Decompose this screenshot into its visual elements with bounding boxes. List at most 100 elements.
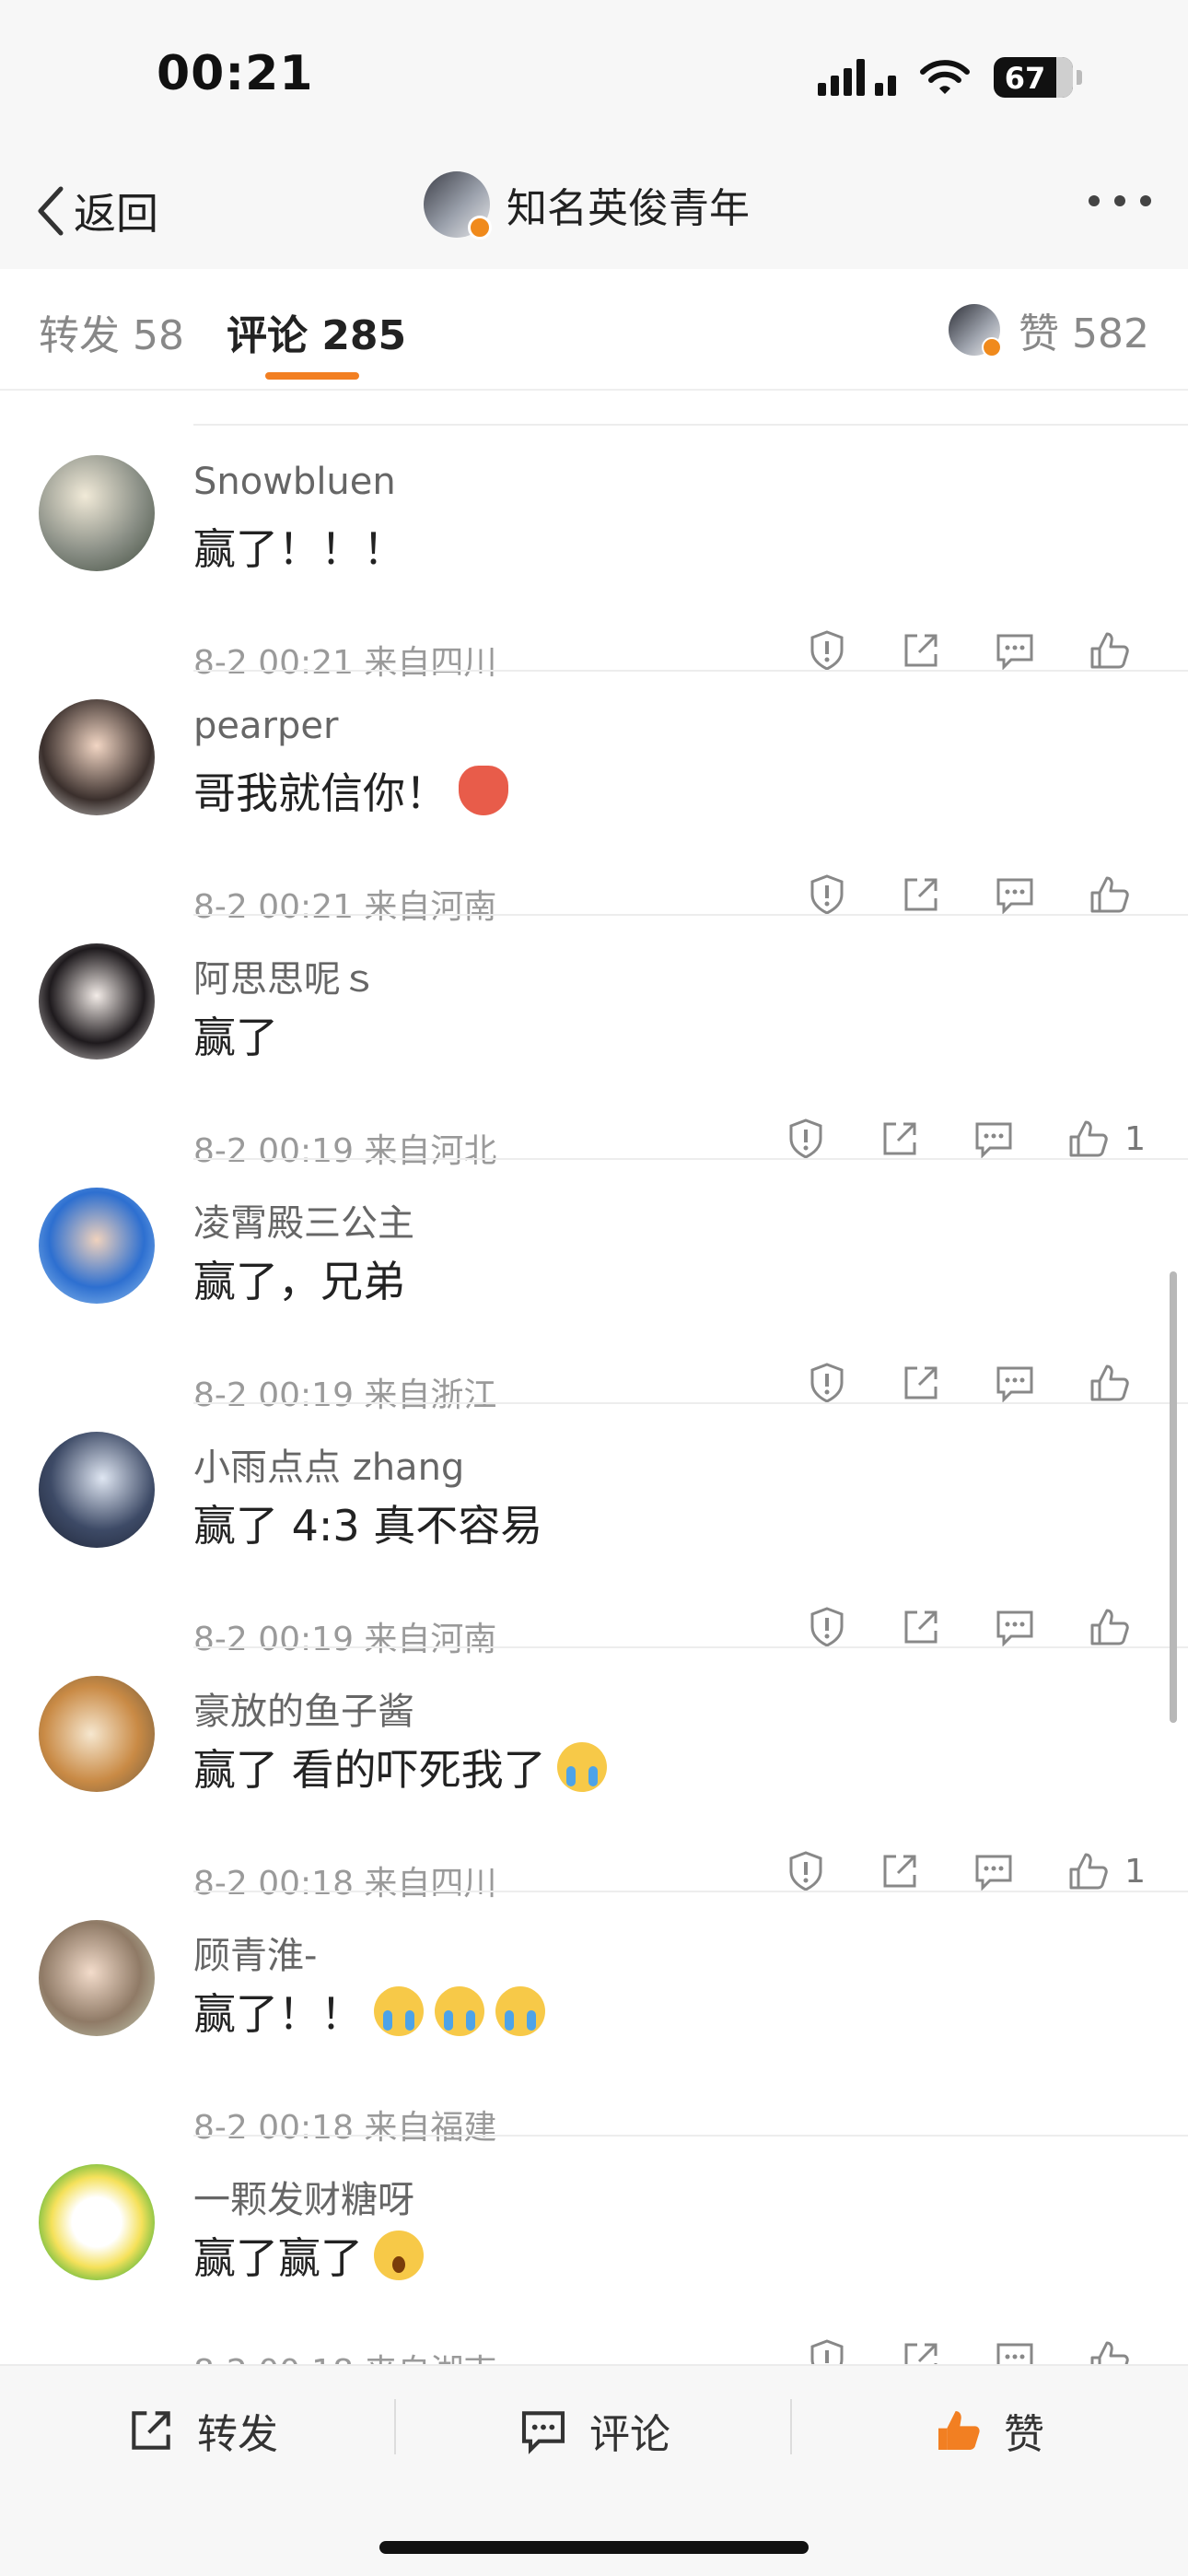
comment-author[interactable]: 顾青淮- bbox=[193, 1926, 317, 1979]
verified-badge-icon bbox=[468, 216, 492, 240]
comment-actions bbox=[759, 1357, 1146, 1409]
avatar[interactable] bbox=[39, 1676, 155, 1792]
battery-percent: 67 bbox=[1004, 61, 1046, 96]
reply-button[interactable] bbox=[989, 1357, 1041, 1409]
reply-button[interactable] bbox=[989, 625, 1041, 676]
active-tab-indicator bbox=[265, 372, 359, 380]
like-button[interactable] bbox=[1083, 1357, 1135, 1409]
comment-icon bbox=[975, 1122, 1012, 1159]
comment-text: 哥我就信你！ bbox=[193, 760, 508, 821]
thumbs-up-icon bbox=[1069, 1853, 1108, 1890]
comment-author[interactable]: 豪放的鱼子酱 bbox=[193, 1681, 414, 1735]
status-time: 00:21 bbox=[157, 46, 314, 101]
report-button[interactable] bbox=[780, 1845, 832, 1897]
comment-author[interactable]: 阿思思呢ｓ bbox=[193, 949, 378, 1002]
reply-button[interactable] bbox=[968, 1845, 1019, 1897]
avatar[interactable] bbox=[39, 943, 155, 1060]
comment-text: 赢了！！ bbox=[193, 1981, 545, 2042]
comment-author[interactable]: pearper bbox=[193, 705, 338, 747]
comment-button[interactable]: 评论 bbox=[518, 2401, 670, 2460]
comment-author[interactable]: 凌霄殿三公主 bbox=[193, 1193, 414, 1247]
shield-alert-icon bbox=[810, 1363, 844, 1403]
reply-button[interactable] bbox=[989, 2334, 1041, 2364]
repost-button[interactable]: 转发 bbox=[125, 2401, 278, 2460]
reply-button[interactable] bbox=[989, 869, 1041, 920]
share-button[interactable] bbox=[895, 1357, 947, 1409]
report-button[interactable] bbox=[780, 1113, 832, 1165]
comment-item: 豪放的鱼子酱 赢了 看的吓死我了 8-2 00:18 来自四川 1 bbox=[0, 1648, 1188, 1903]
comment-list[interactable]: Snowbluen 赢了！！！ 8-2 00:21 来自四川 pearper 哥… bbox=[0, 392, 1188, 2364]
share-button[interactable] bbox=[874, 1845, 926, 1897]
comment-actions: 1 bbox=[738, 1113, 1146, 1165]
tab-likes-label: 赞 582 bbox=[1019, 310, 1149, 357]
shield-alert-icon bbox=[810, 874, 844, 915]
share-icon bbox=[904, 2343, 938, 2364]
shield-alert-icon bbox=[810, 1607, 844, 1647]
avatar bbox=[949, 304, 1003, 357]
report-button[interactable] bbox=[801, 625, 853, 676]
tab-bar: 转发 58 评论 285 赞 582 bbox=[0, 269, 1188, 391]
bottom-action-bar: 转发 评论 赞 bbox=[0, 2364, 1188, 2576]
crying-emoji-icon bbox=[435, 1986, 484, 2036]
like-button[interactable] bbox=[1083, 869, 1135, 920]
comment-item: 小雨点点 zhang 赢了 4:3 真不容易 8-2 00:19 来自河南 bbox=[0, 1404, 1188, 1658]
like-button[interactable] bbox=[1083, 625, 1135, 676]
crying-emoji-icon bbox=[374, 1986, 424, 2036]
avatar[interactable] bbox=[424, 171, 492, 240]
like-button[interactable] bbox=[1083, 1601, 1135, 1653]
nav-profile[interactable]: 知名英俊青年 bbox=[424, 171, 750, 240]
share-icon bbox=[904, 634, 938, 667]
like-button[interactable] bbox=[1062, 1845, 1113, 1897]
comment-item: 一颗发财糖呀 赢了赢了 8-2 00:18 来自湖南 bbox=[0, 2137, 1188, 2364]
thumbs-up-icon bbox=[938, 2411, 980, 2450]
comment-actions bbox=[759, 1601, 1146, 1653]
more-dots-icon[interactable] bbox=[1089, 195, 1151, 206]
like-button[interactable] bbox=[1062, 1113, 1113, 1165]
share-button[interactable] bbox=[874, 1113, 926, 1165]
report-button[interactable] bbox=[801, 869, 853, 920]
share-button[interactable] bbox=[895, 625, 947, 676]
share-button[interactable] bbox=[895, 869, 947, 920]
avatar[interactable] bbox=[39, 2164, 155, 2280]
tab-reposts[interactable]: 转发 58 bbox=[39, 302, 184, 361]
shield-alert-icon bbox=[810, 2339, 844, 2364]
share-button[interactable] bbox=[895, 1601, 947, 1653]
reply-button[interactable] bbox=[989, 1601, 1041, 1653]
comment-actions bbox=[759, 625, 1146, 676]
back-button[interactable]: 返回 bbox=[33, 181, 158, 241]
home-indicator[interactable] bbox=[379, 2541, 809, 2554]
comment-author[interactable]: 一颗发财糖呀 bbox=[193, 2170, 414, 2223]
wifi-icon bbox=[920, 60, 970, 94]
share-icon bbox=[883, 1855, 916, 1888]
comment-meta: 8-2 00:18 来自湖南 bbox=[193, 2345, 496, 2364]
report-button[interactable] bbox=[801, 2334, 853, 2364]
comment-author[interactable]: 小雨点点 zhang bbox=[193, 1437, 464, 1491]
avatar[interactable] bbox=[39, 699, 155, 815]
avatar[interactable] bbox=[39, 1920, 155, 2036]
scrollbar[interactable] bbox=[1170, 1271, 1177, 1723]
share-icon bbox=[904, 878, 938, 911]
like-button[interactable]: 赞 bbox=[932, 2401, 1044, 2460]
like-label: 赞 bbox=[1004, 2411, 1044, 2458]
tab-comments[interactable]: 评论 285 bbox=[227, 302, 406, 361]
avatar[interactable] bbox=[39, 1432, 155, 1548]
thumbs-up-icon bbox=[1090, 632, 1129, 669]
share-icon bbox=[132, 2411, 170, 2450]
comment-icon bbox=[996, 634, 1033, 671]
thumbs-up-icon bbox=[1090, 2341, 1129, 2364]
comment-author[interactable]: Snowbluen bbox=[193, 461, 396, 503]
avatar[interactable] bbox=[39, 1188, 155, 1304]
avatar[interactable] bbox=[39, 455, 155, 571]
report-button[interactable] bbox=[801, 1601, 853, 1653]
reply-button[interactable] bbox=[968, 1113, 1019, 1165]
like-button[interactable] bbox=[1083, 2334, 1135, 2364]
fist-emoji-icon bbox=[459, 766, 508, 815]
shocked-emoji-icon bbox=[374, 2231, 424, 2280]
thumbs-up-icon bbox=[1090, 1609, 1129, 1645]
share-button[interactable] bbox=[895, 2334, 947, 2364]
page-title: 知名英俊青年 bbox=[507, 185, 750, 232]
tab-likes[interactable]: 赞 582 bbox=[949, 300, 1149, 359]
report-button[interactable] bbox=[801, 1357, 853, 1409]
shield-alert-icon bbox=[789, 1851, 822, 1891]
thumbs-up-icon bbox=[1090, 876, 1129, 913]
